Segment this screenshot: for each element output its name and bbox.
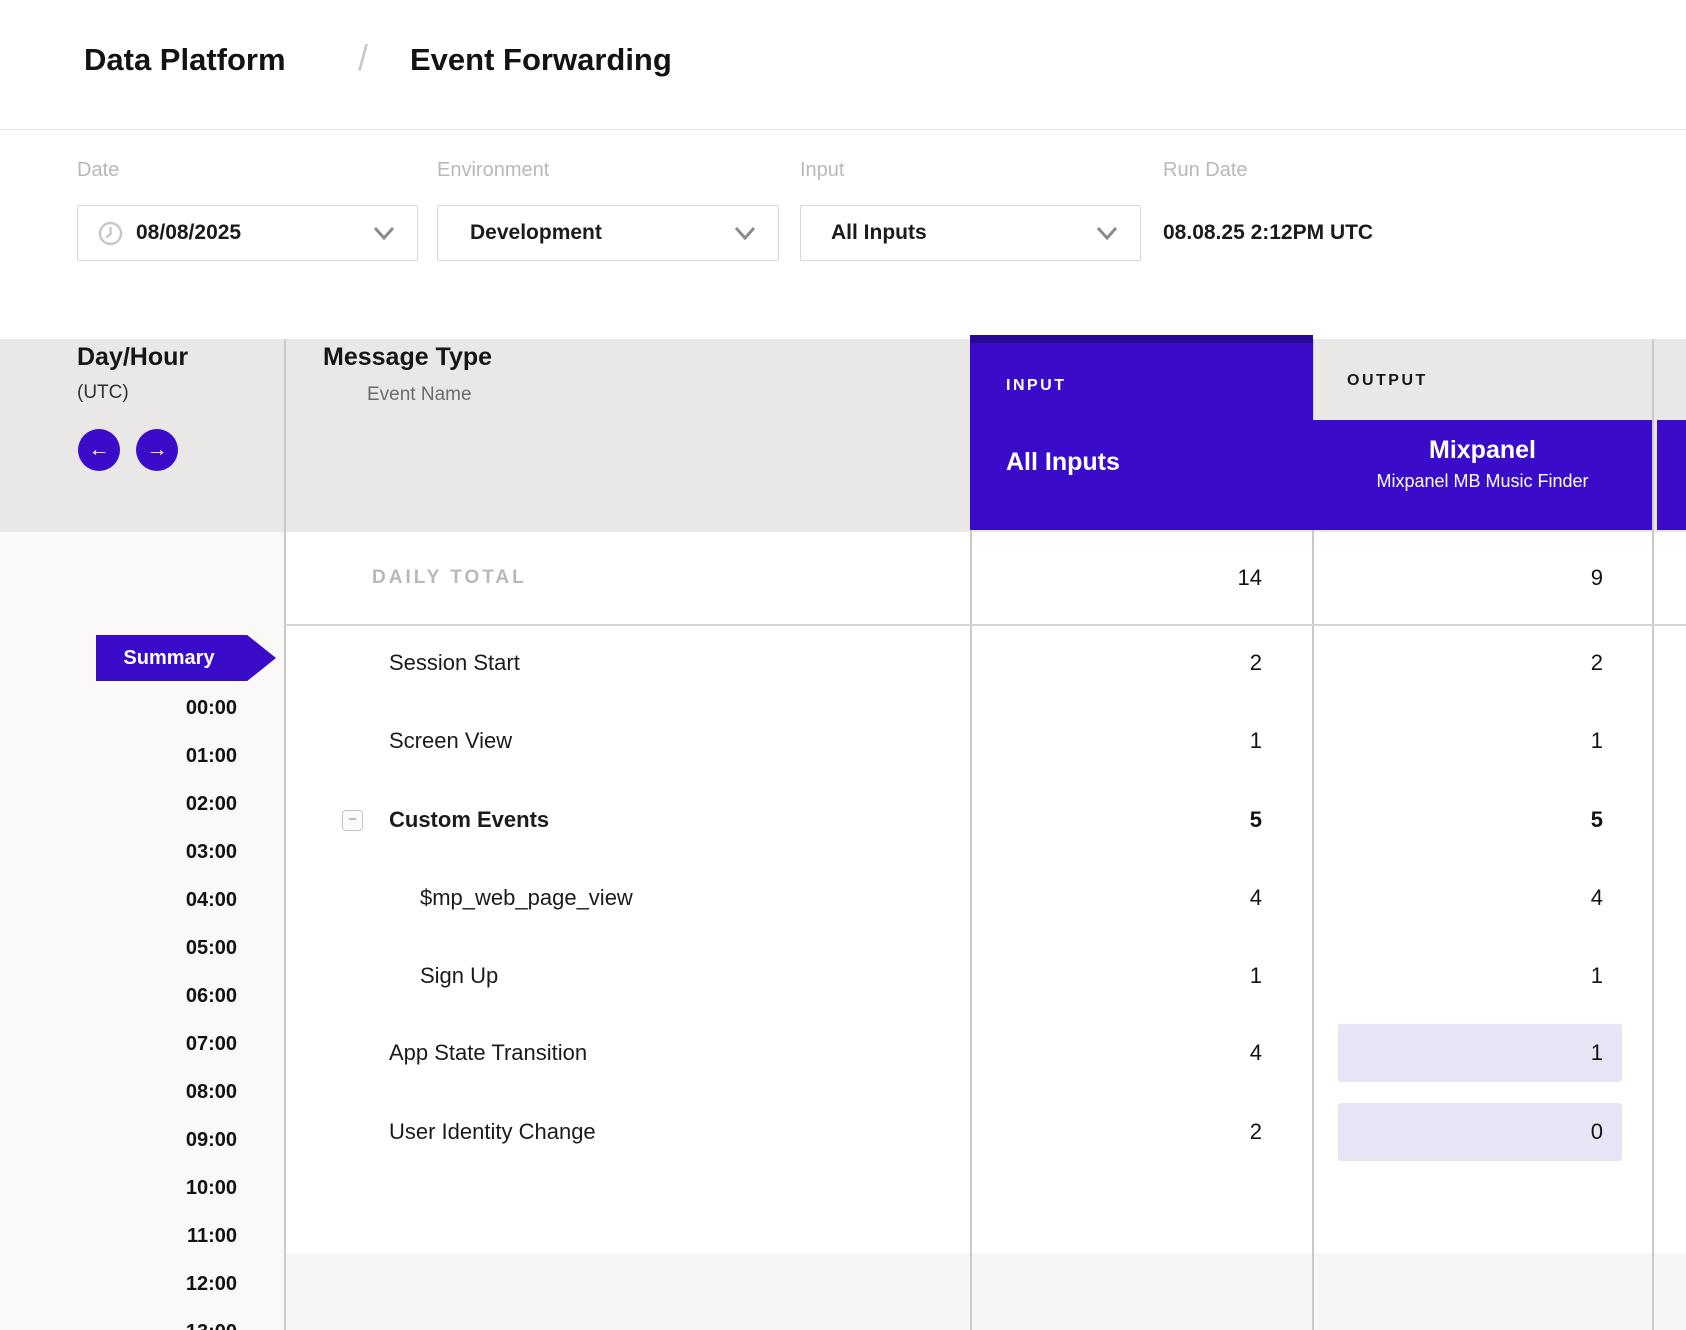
input-count: 1 — [1250, 711, 1262, 771]
output-count: 1 — [1591, 711, 1603, 771]
output-count: 5 — [1591, 790, 1603, 850]
next-day-button[interactable]: → — [136, 429, 178, 471]
run-date-value: 08.08.25 2:12PM UTC — [1163, 205, 1373, 261]
output-count: 4 — [1591, 868, 1603, 928]
hour-row-1300[interactable]: 13:00 — [117, 1317, 237, 1330]
breadcrumb-separator: / — [358, 32, 368, 84]
daily-total-row: DAILY TOTAL 14 9 — [0, 532, 1686, 624]
output-count: 1 — [1591, 946, 1603, 1006]
chevron-down-icon — [1096, 225, 1118, 241]
table-row-custom-events: − Custom Events 5 5 — [0, 790, 1686, 850]
date-dropdown[interactable]: 08/08/2025 — [77, 205, 418, 261]
output-highlight-cell — [1338, 1103, 1622, 1161]
environment-filter-label: Environment — [437, 158, 549, 182]
input-count: 1 — [1250, 946, 1262, 1006]
column-divider — [1652, 339, 1654, 1330]
event-name-subheader: Event Name — [367, 384, 472, 406]
run-date-label: Run Date — [1163, 158, 1248, 182]
clock-icon — [98, 221, 123, 246]
hour-row-1200[interactable]: 12:00 — [117, 1269, 237, 1299]
event-label: Screen View — [389, 711, 512, 771]
output-column-header-mixpanel[interactable]: Mixpanel Mixpanel MB Music Finder — [1313, 420, 1652, 530]
event-label: User Identity Change — [389, 1102, 596, 1162]
input-dropdown-value: All Inputs — [831, 206, 927, 260]
chevron-down-icon — [734, 225, 756, 241]
output-highlight-cell — [1338, 1024, 1622, 1082]
collapse-minus-icon[interactable]: − — [342, 810, 363, 831]
output-count: 2 — [1591, 633, 1603, 693]
input-filter-label: Input — [800, 158, 844, 182]
arrow-right-icon: → — [147, 438, 168, 461]
date-dropdown-value: 08/08/2025 — [136, 206, 241, 260]
output-section-label: OUTPUT — [1347, 370, 1428, 392]
arrow-left-icon: ← — [89, 438, 110, 461]
event-forwarding-page: Data Platform / Event Forwarding Date En… — [0, 0, 1686, 1330]
input-count: 4 — [1250, 1023, 1262, 1083]
table-empty-area — [285, 1253, 1686, 1330]
table-row-mp-web-page-view: $mp_web_page_view 4 4 — [0, 868, 1686, 928]
input-section-label: INPUT — [1006, 377, 1067, 395]
day-hour-timezone: (UTC) — [77, 382, 129, 404]
output-count: 1 — [1591, 1023, 1603, 1083]
environment-dropdown-value: Development — [470, 206, 602, 260]
input-column-accent-strip — [970, 335, 1313, 343]
daily-total-input-value: 14 — [1238, 532, 1262, 624]
day-hour-header: Day/Hour — [77, 343, 188, 372]
input-dropdown[interactable]: All Inputs — [800, 205, 1141, 261]
output-connection-subtitle: Mixpanel MB Music Finder — [1313, 471, 1652, 492]
hour-row-1100[interactable]: 11:00 — [117, 1221, 237, 1251]
input-count: 2 — [1250, 1102, 1262, 1162]
breadcrumb-parent[interactable]: Data Platform — [84, 36, 286, 84]
event-label: Custom Events — [389, 790, 549, 850]
input-count: 2 — [1250, 633, 1262, 693]
event-label: $mp_web_page_view — [420, 868, 633, 928]
table-row-sign-up: Sign Up 1 1 — [0, 946, 1686, 1006]
output-column-header-partial — [1657, 420, 1686, 530]
table-row-app-state-transition: App State Transition 4 1 — [0, 1023, 1686, 1083]
chevron-down-icon — [373, 225, 395, 241]
date-filter-label: Date — [77, 158, 119, 182]
event-label: Session Start — [389, 633, 520, 693]
input-count: 4 — [1250, 868, 1262, 928]
previous-day-button[interactable]: ← — [78, 429, 120, 471]
output-connection-name: Mixpanel — [1313, 436, 1652, 465]
summary-tab[interactable]: Summary — [96, 635, 276, 681]
daily-total-divider — [285, 624, 1686, 626]
environment-dropdown[interactable]: Development — [437, 205, 779, 261]
column-divider — [284, 339, 286, 1330]
hour-row-1000[interactable]: 10:00 — [117, 1173, 237, 1203]
event-label: App State Transition — [389, 1023, 587, 1083]
page-title: Event Forwarding — [410, 36, 672, 84]
daily-total-label: DAILY TOTAL — [372, 532, 527, 624]
message-type-header: Message Type — [323, 343, 492, 372]
table-row-user-identity-change: User Identity Change 2 0 — [0, 1102, 1686, 1162]
input-column-header[interactable]: INPUT All Inputs — [970, 335, 1313, 530]
event-label: Sign Up — [420, 946, 498, 1006]
output-count: 0 — [1591, 1102, 1603, 1162]
input-count: 5 — [1250, 790, 1262, 850]
daily-total-output-value: 9 — [1591, 532, 1603, 624]
input-column-title: All Inputs — [1006, 448, 1120, 477]
table-row-screen-view: Screen View 1 1 — [0, 711, 1686, 771]
